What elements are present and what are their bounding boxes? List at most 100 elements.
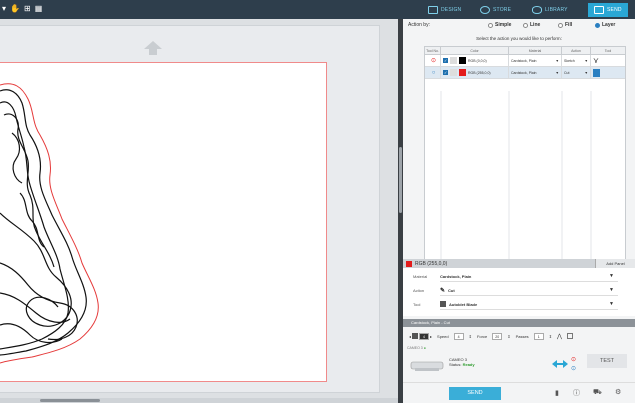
- table-row[interactable]: ○ ✓ RGB (255,0,0) Cardstock, Plain ▼ Cut…: [425, 67, 625, 79]
- media-area: [0, 62, 327, 382]
- tool-number-icon: ⊙: [425, 55, 441, 66]
- material-value: Cardstock, Plain: [511, 70, 537, 75]
- column-header-material: Material: [509, 47, 562, 54]
- layer-preview-icon: [450, 57, 457, 64]
- design-artwork[interactable]: [0, 63, 327, 383]
- horizontal-scroll-thumb[interactable]: [40, 399, 100, 402]
- send-bar: SEND ▮ ⓘ ⛟ ⚙: [403, 382, 635, 403]
- checkbox-icon[interactable]: ✓: [443, 58, 448, 63]
- feed-direction-arrow-icon: [144, 41, 162, 55]
- column-header-action: Action: [562, 47, 591, 54]
- test-button[interactable]: TEST: [587, 354, 627, 368]
- status-value: Ready: [462, 362, 475, 367]
- material-cell[interactable]: Cardstock, Plain ▼: [509, 67, 562, 78]
- option-layer[interactable]: Layer: [595, 22, 615, 28]
- origin-target-icon[interactable]: ⊙: [571, 356, 576, 363]
- tab-send[interactable]: SEND: [588, 3, 628, 17]
- blade-icon[interactable]: [591, 67, 625, 78]
- column-header-tool-no: Tool No.: [425, 47, 441, 54]
- option-fill[interactable]: Fill: [558, 22, 572, 28]
- cut-conditions-row: ◂ 4 ▸ Speed 4 ⇕ Force 20 ⇕ Passes 1 ⇕ ⋀: [403, 329, 635, 343]
- material-row[interactable]: Material Cardstock, Plain ▼: [413, 271, 618, 282]
- overcut-icon[interactable]: ⋀: [557, 333, 562, 340]
- column-header-color: Color: [441, 47, 509, 54]
- blade-depth-value[interactable]: 4: [419, 332, 430, 340]
- force-input[interactable]: 20: [492, 332, 503, 340]
- tab-design[interactable]: DESIGN: [428, 4, 461, 16]
- decrease-icon[interactable]: ◂: [409, 334, 411, 339]
- blade-icon: [440, 301, 446, 307]
- color-cell: ✓ RGB (255,0,0): [441, 67, 509, 78]
- move-arrows-icon[interactable]: [551, 358, 569, 370]
- selected-color-label: RGB (255,0,0): [415, 260, 448, 267]
- action-select[interactable]: ✎ Cut ▼: [440, 285, 618, 296]
- color-label: RGB (255,0,0): [468, 70, 491, 75]
- blade-depth-control[interactable]: ◂ 4 ▸: [409, 332, 432, 340]
- tab-store[interactable]: STORE: [480, 4, 511, 16]
- speed-stepper-icon[interactable]: ⇕: [469, 334, 472, 339]
- tool-number-icon: ○: [425, 67, 441, 78]
- dropdown-icon: ▼: [609, 273, 614, 279]
- force-stepper-icon[interactable]: ⇕: [507, 334, 510, 339]
- material-select[interactable]: Cardstock, Plain ▼: [440, 271, 618, 282]
- checkbox-icon[interactable]: ✓: [443, 70, 448, 75]
- tool-row[interactable]: Tool Autoblet Blade ▼: [413, 299, 618, 310]
- dropdown-icon: ▼: [555, 70, 559, 75]
- action-value: Cut: [564, 70, 570, 75]
- zoom-box-icon[interactable]: ⊞: [24, 4, 31, 13]
- radio-layer[interactable]: [595, 22, 600, 28]
- cut-settings: Material Cardstock, Plain ▼ Action ✎ Cut…: [403, 268, 635, 316]
- tool-select[interactable]: Autoblet Blade ▼: [440, 299, 618, 310]
- cart-icon[interactable]: ⛟: [593, 388, 602, 397]
- design-canvas-area[interactable]: [0, 19, 398, 403]
- color-cell: ✓ RGB (0,0,0): [441, 55, 509, 66]
- color-label: RGB (0,0,0): [468, 58, 487, 63]
- radio-simple[interactable]: [488, 22, 493, 28]
- preset-bar: Cardstock, Plain - Cut: [403, 319, 635, 327]
- material-cell[interactable]: Cardstock, Plain ▼: [509, 55, 562, 66]
- table-row[interactable]: ⊙ ✓ RGB (0,0,0) Cardstock, Plain ▼ Sketc…: [425, 55, 625, 67]
- vertical-scroll-thumb[interactable]: [399, 147, 402, 213]
- dropdown-icon: ▼: [584, 70, 588, 75]
- tab-library[interactable]: LIBRARY: [532, 4, 568, 16]
- action-row[interactable]: Action ✎ Cut ▼: [413, 285, 618, 296]
- library-icon: [532, 6, 542, 14]
- hand-icon[interactable]: ✋: [10, 4, 20, 13]
- force-label: Force: [476, 333, 488, 339]
- horizontal-scrollbar[interactable]: [0, 398, 398, 403]
- origin-point-icon[interactable]: ⊙: [571, 365, 576, 372]
- instruction-text: Select the action you would like to perf…: [476, 36, 562, 41]
- radio-fill[interactable]: [558, 22, 563, 28]
- color-swatch: [459, 57, 466, 64]
- option-simple[interactable]: Simple: [488, 22, 511, 28]
- column-header-tool: Tool: [604, 49, 612, 53]
- action-cell[interactable]: Sketch ▼: [562, 55, 591, 66]
- trash-icon[interactable]: ▮: [555, 389, 559, 397]
- send-icon: [594, 6, 604, 14]
- info-icon[interactable]: ⓘ: [573, 388, 580, 398]
- dropdown-icon: ▼: [555, 58, 559, 63]
- passes-stepper-icon[interactable]: ⇕: [549, 334, 552, 339]
- send-button[interactable]: SEND: [449, 387, 501, 400]
- store-icon: [480, 6, 490, 14]
- tool-label: Tool: [413, 302, 421, 307]
- machine-header-label: CAMEO 3: [407, 346, 423, 350]
- passes-input[interactable]: 1: [533, 332, 544, 340]
- table-header: Tool No. Color Material Action Tool: [425, 47, 625, 55]
- radio-line[interactable]: [523, 22, 528, 28]
- speed-input[interactable]: 4: [453, 332, 464, 340]
- arrow-down-icon[interactable]: ▾: [2, 4, 6, 13]
- action-value: Sketch: [564, 58, 575, 63]
- action-cell[interactable]: Cut ▼: [562, 67, 591, 78]
- color-swatch: [459, 69, 466, 76]
- option-line[interactable]: Line: [523, 22, 540, 28]
- cutter-machine-icon: [410, 361, 444, 371]
- more-settings-icon[interactable]: [566, 333, 573, 339]
- add-panel-button[interactable]: Add Panel: [595, 259, 635, 268]
- connected-icon: ●: [423, 346, 426, 350]
- settings-gear-icon[interactable]: ⚙: [615, 388, 621, 396]
- increase-icon[interactable]: ▸: [430, 334, 432, 339]
- grid-icon[interactable]: ▦: [35, 4, 43, 13]
- material-select-value: Cardstock, Plain: [440, 273, 472, 279]
- pen-icon[interactable]: ⋎: [591, 55, 625, 66]
